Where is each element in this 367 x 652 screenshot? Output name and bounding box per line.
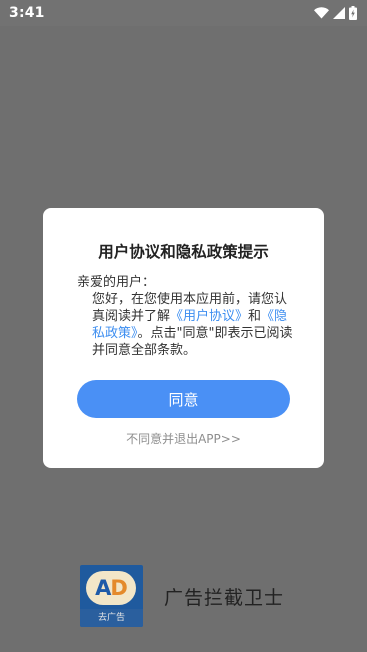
user-agreement-link[interactable]: 《用户协议》	[170, 309, 248, 324]
logo-letter-d: D	[110, 576, 127, 600]
status-time: 3:41	[9, 5, 45, 21]
logo-ad-mark: AD	[86, 571, 136, 605]
app-logo: AD 去广告	[80, 565, 143, 627]
dialog-title: 用户协议和隐私政策提示	[98, 243, 269, 261]
wifi-icon	[314, 7, 329, 19]
dialog-greeting: 亲爱的用户：	[77, 275, 156, 290]
dialog-body: 亲爱的用户： 您好，在您使用本应用前，请您认真阅读并了解《用户协议》和《隐私政策…	[77, 274, 294, 359]
cell-signal-icon	[333, 7, 345, 19]
splash-footer: AD 去广告 广告拦截卫士	[80, 565, 284, 627]
agree-button[interactable]: 同意	[77, 380, 290, 418]
message-and: 和	[248, 309, 262, 324]
status-bar: 3:41	[0, 0, 367, 26]
logo-caption: 去广告	[80, 609, 143, 627]
app-name: 广告拦截卫士	[164, 586, 285, 609]
privacy-dialog: 用户协议和隐私政策提示 亲爱的用户： 您好，在您使用本应用前，请您认真阅读并了解…	[43, 208, 324, 468]
battery-charging-icon	[349, 6, 357, 20]
dialog-message: 您好，在您使用本应用前，请您认真阅读并了解《用户协议》和《隐私政策》。点击"同意…	[77, 291, 294, 359]
decline-exit-link[interactable]: 不同意并退出APP>>	[43, 430, 324, 447]
status-icons	[314, 6, 357, 20]
logo-letter-a: A	[95, 576, 111, 600]
